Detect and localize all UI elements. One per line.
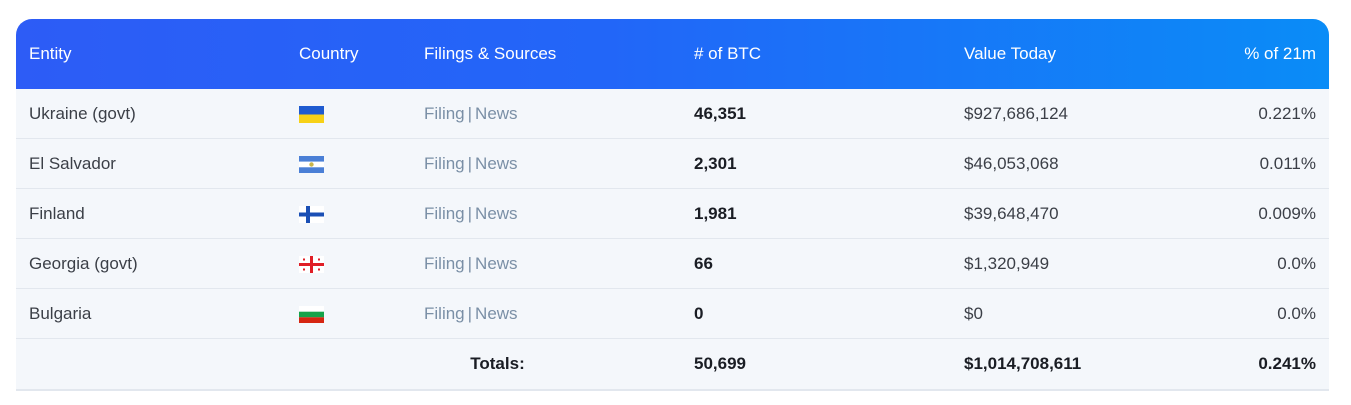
finland-flag-icon: [299, 205, 324, 223]
total-btc: 50,699: [694, 354, 746, 373]
total-pct: 0.241%: [1258, 354, 1316, 373]
table-row: Ukraine (govt) Filing | News 46,351 $927,6…: [16, 89, 1329, 139]
btc-amount: 0: [694, 303, 704, 323]
table-header: Entity Country Filings & Sources # of BT…: [16, 19, 1329, 89]
pct-of-21m: 0.009%: [1258, 203, 1316, 223]
pct-of-21m: 0.011%: [1259, 153, 1316, 173]
link-separator: |: [467, 253, 473, 273]
entity-name: Georgia (govt): [29, 253, 138, 273]
total-value: $1,014,708,611: [964, 354, 1082, 373]
btc-amount: 66: [694, 253, 713, 273]
news-link[interactable]: News: [475, 104, 518, 123]
filing-link[interactable]: Filing: [424, 254, 465, 273]
header-country[interactable]: Country: [286, 44, 411, 64]
header-value[interactable]: Value Today: [951, 44, 1221, 64]
table-row: Georgia (govt) Filing | News 66 $1,320,949…: [16, 239, 1329, 289]
news-link[interactable]: News: [475, 254, 518, 273]
el-salvador-flag-icon: [299, 155, 324, 173]
filing-link[interactable]: Filing: [424, 104, 465, 123]
table-row: Bulgaria Filing | News 0 $0 0.0%: [16, 289, 1329, 339]
value-today: $46,053,068: [964, 153, 1059, 173]
link-separator: |: [467, 103, 473, 123]
pct-of-21m: 0.0%: [1277, 253, 1316, 273]
link-separator: |: [467, 303, 473, 323]
value-today: $0: [964, 303, 983, 323]
filing-link[interactable]: Filing: [424, 154, 465, 173]
news-link[interactable]: News: [475, 204, 518, 223]
header-filings[interactable]: Filings & Sources: [411, 44, 681, 64]
link-separator: |: [467, 153, 473, 173]
georgia-flag-icon: [299, 255, 324, 273]
filing-link[interactable]: Filing: [424, 204, 465, 223]
ukraine-flag-icon: [299, 105, 324, 123]
table-row: Finland Filing | News 1,981 $39,648,470 0.…: [16, 189, 1329, 239]
entity-name: Bulgaria: [29, 303, 92, 323]
value-today: $927,686,124: [964, 103, 1068, 123]
pct-of-21m: 0.0%: [1277, 303, 1316, 323]
pct-of-21m: 0.221%: [1258, 103, 1316, 123]
bulgaria-flag-icon: [299, 305, 324, 323]
value-today: $39,648,470: [964, 203, 1059, 223]
header-pct[interactable]: % of 21m: [1221, 44, 1329, 64]
holdings-table: Entity Country Filings & Sources # of BT…: [16, 19, 1329, 391]
btc-amount: 46,351: [694, 103, 746, 123]
btc-amount: 1,981: [694, 203, 737, 223]
value-today: $1,320,949: [964, 253, 1050, 273]
entity-name: El Salvador: [29, 153, 116, 173]
news-link[interactable]: News: [475, 154, 518, 173]
btc-amount: 2,301: [694, 153, 737, 173]
entity-name: Ukraine (govt): [29, 103, 136, 123]
entity-name: Finland: [29, 203, 85, 223]
header-entity[interactable]: Entity: [16, 44, 286, 64]
link-separator: |: [467, 203, 473, 223]
totals-row: Totals: 50,699 $1,014,708,611 0.241%: [16, 339, 1329, 391]
totals-label: Totals:: [470, 354, 525, 373]
table-row: El Salvador Filing | News 2,301 $46,053,06…: [16, 139, 1329, 189]
filing-link[interactable]: Filing: [424, 304, 465, 323]
news-link[interactable]: News: [475, 304, 518, 323]
header-btc[interactable]: # of BTC: [681, 44, 951, 64]
